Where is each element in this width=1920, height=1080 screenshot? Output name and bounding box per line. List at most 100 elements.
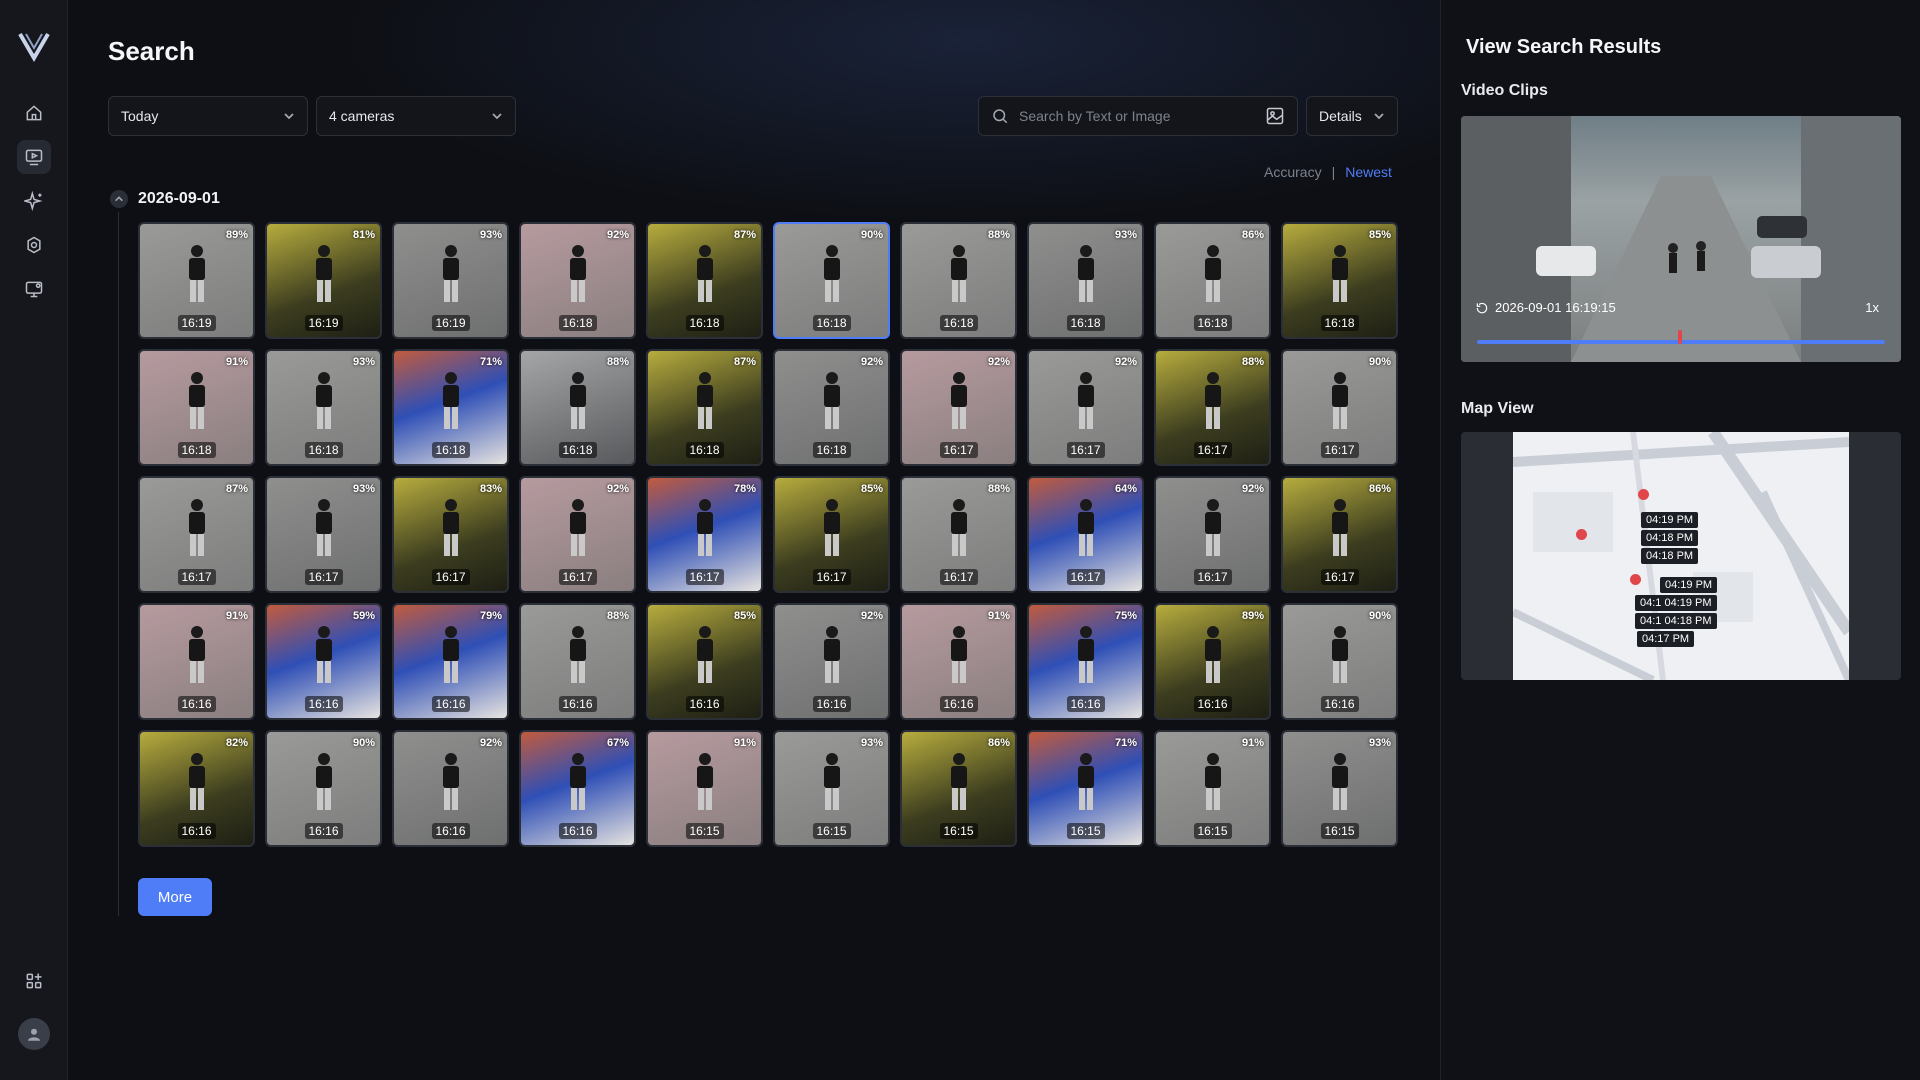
details-label: Details bbox=[1319, 108, 1362, 124]
playback-speed[interactable]: 1x bbox=[1865, 300, 1879, 315]
result-thumbnail[interactable]: 85% 16:17 bbox=[773, 476, 890, 593]
match-percentage: 92% bbox=[1114, 356, 1137, 368]
result-thumbnail[interactable]: 83% 16:17 bbox=[392, 476, 509, 593]
result-thumbnail[interactable]: 59% 16:16 bbox=[265, 603, 382, 720]
result-thumbnail[interactable]: 92% 16:17 bbox=[900, 349, 1017, 466]
result-thumbnail[interactable]: 81% 16:19 bbox=[265, 222, 382, 339]
result-thumbnail[interactable]: 71% 16:18 bbox=[392, 349, 509, 466]
result-thumbnail[interactable]: 87% 16:18 bbox=[646, 349, 763, 466]
sort-accuracy[interactable]: Accuracy bbox=[1264, 164, 1322, 180]
nav-apps[interactable] bbox=[17, 964, 51, 998]
result-thumbnail[interactable]: 85% 16:16 bbox=[646, 603, 763, 720]
result-thumbnail[interactable]: 82% 16:16 bbox=[138, 730, 255, 847]
result-thumbnail[interactable]: 71% 16:15 bbox=[1027, 730, 1144, 847]
result-thumbnail[interactable]: 90% 16:18 bbox=[773, 222, 890, 339]
playhead-marker[interactable] bbox=[1678, 330, 1682, 344]
result-thumbnail[interactable]: 86% 16:18 bbox=[1154, 222, 1271, 339]
clip-time: 16:17 bbox=[812, 569, 851, 585]
date-filter-dropdown[interactable]: Today bbox=[108, 96, 308, 136]
result-thumbnail[interactable]: 93% 16:15 bbox=[1281, 730, 1398, 847]
result-thumbnail[interactable]: 88% 16:16 bbox=[519, 603, 636, 720]
result-thumbnail[interactable]: 93% 16:15 bbox=[773, 730, 890, 847]
nav-monitor[interactable] bbox=[17, 272, 51, 306]
search-input[interactable] bbox=[1019, 108, 1255, 124]
replay-icon[interactable] bbox=[1475, 301, 1489, 315]
result-thumbnail[interactable]: 86% 16:15 bbox=[900, 730, 1017, 847]
search-icon bbox=[993, 109, 1008, 124]
person-figure bbox=[1077, 372, 1094, 430]
result-thumbnail[interactable]: 93% 16:17 bbox=[265, 476, 382, 593]
image-search-icon[interactable] bbox=[1265, 106, 1285, 126]
collapse-button[interactable] bbox=[110, 190, 128, 208]
results-panel: View Search Results Video Clips 2026-09-… bbox=[1440, 0, 1920, 1080]
clip-time: 16:17 bbox=[685, 569, 724, 585]
result-thumbnail[interactable]: 91% 16:16 bbox=[138, 603, 255, 720]
result-thumbnail[interactable]: 92% 16:17 bbox=[519, 476, 636, 593]
map-pin[interactable] bbox=[1638, 489, 1649, 500]
result-thumbnail[interactable]: 78% 16:17 bbox=[646, 476, 763, 593]
nav-ai[interactable] bbox=[17, 184, 51, 218]
result-thumbnail[interactable]: 90% 16:16 bbox=[1281, 603, 1398, 720]
clip-time: 16:18 bbox=[812, 442, 851, 458]
video-frame bbox=[1461, 116, 1901, 362]
result-thumbnail[interactable]: 86% 16:17 bbox=[1281, 476, 1398, 593]
result-thumbnail[interactable]: 87% 16:18 bbox=[646, 222, 763, 339]
user-avatar[interactable] bbox=[18, 1018, 50, 1050]
person-figure bbox=[188, 499, 205, 557]
result-thumbnail[interactable]: 67% 16:16 bbox=[519, 730, 636, 847]
search-box[interactable] bbox=[978, 96, 1298, 136]
clip-time: 16:17 bbox=[177, 569, 216, 585]
result-thumbnail[interactable]: 93% 16:18 bbox=[265, 349, 382, 466]
sort-newest[interactable]: Newest bbox=[1345, 164, 1392, 180]
result-thumbnail[interactable]: 85% 16:18 bbox=[1281, 222, 1398, 339]
result-thumbnail[interactable]: 79% 16:16 bbox=[392, 603, 509, 720]
result-thumbnail[interactable]: 92% 16:18 bbox=[773, 349, 890, 466]
result-thumbnail[interactable]: 91% 16:15 bbox=[1154, 730, 1271, 847]
result-thumbnail[interactable]: 87% 16:17 bbox=[138, 476, 255, 593]
result-thumbnail[interactable]: 92% 16:16 bbox=[773, 603, 890, 720]
person-figure bbox=[1331, 626, 1348, 684]
map-view[interactable]: 04:19 PM 04:18 PM 04:18 PM 04:19 PM 04:1… bbox=[1461, 432, 1901, 680]
result-thumbnail[interactable]: 93% 16:19 bbox=[392, 222, 509, 339]
result-thumbnail[interactable]: 91% 16:16 bbox=[900, 603, 1017, 720]
result-thumbnail[interactable]: 92% 16:16 bbox=[392, 730, 509, 847]
clip-time: 16:17 bbox=[939, 569, 978, 585]
map-pin[interactable] bbox=[1630, 574, 1641, 585]
details-dropdown[interactable]: Details bbox=[1306, 96, 1398, 136]
match-percentage: 83% bbox=[479, 483, 502, 495]
camera-filter-dropdown[interactable]: 4 cameras bbox=[316, 96, 516, 136]
result-thumbnail[interactable]: 91% 16:15 bbox=[646, 730, 763, 847]
nav-settings[interactable] bbox=[17, 228, 51, 262]
map-time-label: 04:19 PM bbox=[1660, 577, 1718, 593]
result-thumbnail[interactable]: 92% 16:17 bbox=[1027, 349, 1144, 466]
result-thumbnail[interactable]: 88% 16:18 bbox=[900, 222, 1017, 339]
result-thumbnail[interactable]: 89% 16:16 bbox=[1154, 603, 1271, 720]
map-pin[interactable] bbox=[1576, 529, 1587, 540]
result-thumbnail[interactable]: 90% 16:17 bbox=[1281, 349, 1398, 466]
person-figure bbox=[315, 245, 332, 303]
settings-icon bbox=[27, 236, 41, 254]
match-percentage: 82% bbox=[225, 737, 248, 749]
result-thumbnail[interactable]: 89% 16:19 bbox=[138, 222, 255, 339]
map-canvas[interactable]: 04:19 PM 04:18 PM 04:18 PM 04:19 PM 04:1… bbox=[1513, 432, 1849, 680]
result-thumbnail[interactable]: 91% 16:18 bbox=[138, 349, 255, 466]
nav-video-search[interactable] bbox=[17, 140, 51, 174]
result-thumbnail[interactable]: 75% 16:16 bbox=[1027, 603, 1144, 720]
video-player[interactable]: 2026-09-01 16:19:15 1x bbox=[1461, 116, 1901, 362]
nav-home[interactable] bbox=[17, 96, 51, 130]
app-logo[interactable] bbox=[17, 30, 51, 62]
result-thumbnail[interactable]: 92% 16:17 bbox=[1154, 476, 1271, 593]
result-thumbnail[interactable]: 64% 16:17 bbox=[1027, 476, 1144, 593]
clip-time: 16:16 bbox=[304, 696, 343, 712]
result-thumbnail[interactable]: 93% 16:18 bbox=[1027, 222, 1144, 339]
person-figure bbox=[188, 753, 205, 811]
match-percentage: 93% bbox=[479, 229, 502, 241]
result-thumbnail[interactable]: 88% 16:18 bbox=[519, 349, 636, 466]
result-thumbnail[interactable]: 90% 16:16 bbox=[265, 730, 382, 847]
person-figure bbox=[569, 753, 586, 811]
person-figure bbox=[1077, 245, 1094, 303]
result-thumbnail[interactable]: 88% 16:17 bbox=[1154, 349, 1271, 466]
result-thumbnail[interactable]: 92% 16:18 bbox=[519, 222, 636, 339]
result-thumbnail[interactable]: 88% 16:17 bbox=[900, 476, 1017, 593]
more-button[interactable]: More bbox=[138, 878, 212, 916]
